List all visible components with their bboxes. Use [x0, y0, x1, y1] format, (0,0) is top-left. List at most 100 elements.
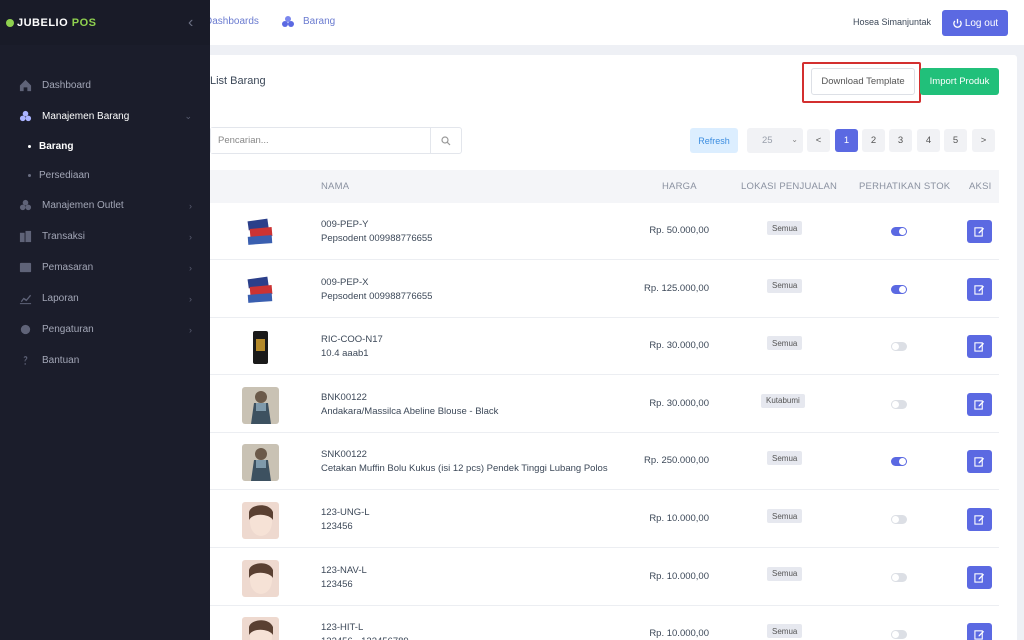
sidebar-item-laporan[interactable]: Laporan › [0, 283, 210, 314]
per-page-select[interactable]: 25 ⌄ [747, 128, 803, 153]
sidebar-subitem-barang[interactable]: Barang [0, 132, 210, 161]
sidebar-subitem-persediaan[interactable]: Persediaan [0, 161, 210, 190]
page-next[interactable]: > [972, 129, 995, 152]
product-sku: RIC-COO-N17 [321, 334, 383, 346]
product-sku: BNK00122 [321, 391, 367, 403]
col-perhatikan-stok: PERHATIKAN STOK [859, 181, 951, 192]
table-row: SNK00122 Cetakan Muffin Bolu Kukus (isi 1… [210, 433, 999, 491]
product-sku: 123-UNG-L [321, 507, 370, 518]
sidebar-item-bantuan[interactable]: Bantuan [0, 345, 210, 376]
product-sku: 123-NAV-L [321, 564, 367, 576]
search-box [210, 127, 462, 154]
edit-icon [974, 342, 985, 352]
location-badge: Semua [767, 624, 803, 639]
watch-stock-toggle[interactable] [891, 630, 907, 640]
sidebar-item-label: Manajemen Barang [42, 111, 130, 122]
edit-button[interactable] [967, 565, 992, 589]
product-thumbnail [242, 271, 279, 309]
brand-logo[interactable]: JUBELIO POS [0, 0, 210, 45]
watch-stock-toggle[interactable] [891, 399, 907, 409]
sidebar-item-pengaturan[interactable]: Pengaturan › [0, 314, 210, 345]
product-price: Rp. 250.000,00 [644, 455, 709, 467]
watch-stock-toggle[interactable] [891, 227, 907, 236]
page-2[interactable]: 2 [862, 129, 885, 152]
sidebar-item-dashboard[interactable]: Dashboard [0, 70, 210, 101]
chevron-right-icon: › [189, 200, 192, 211]
edit-button[interactable] [967, 220, 992, 243]
edit-button[interactable] [967, 450, 992, 474]
location-badge: Semua [767, 278, 803, 293]
product-sku: 009-PEP-X [321, 276, 369, 288]
col-nama: NAMA [321, 181, 350, 192]
location-badge: Semua [767, 509, 803, 523]
sidebar-item-label: Bantuan [42, 355, 80, 366]
breadcrumb-dashboards[interactable]: Dashboards [205, 16, 259, 27]
watch-stock-toggle[interactable] [891, 572, 907, 582]
page-4[interactable]: 4 [917, 129, 940, 152]
edit-button[interactable] [967, 508, 992, 531]
page-3[interactable]: 3 [889, 129, 912, 152]
highlight-box [802, 62, 921, 103]
location-badge: Semua [767, 451, 803, 466]
import-product-button[interactable]: Import Produk [920, 68, 999, 95]
page-1[interactable]: 1 [835, 129, 858, 152]
product-sku: SNK00122 [321, 449, 367, 461]
sidebar-item-label: Transaksi [42, 231, 85, 242]
sidebar-item-manajemen-barang[interactable]: Manajemen Barang ⌄ [0, 101, 210, 132]
search-input[interactable] [211, 128, 431, 153]
page-title: List Barang [210, 75, 266, 87]
product-price: Rp. 30.000,00 [649, 340, 709, 352]
per-page-value: 25 [762, 135, 773, 146]
col-aksi: AKSI [969, 181, 992, 192]
table-row: 009-PEP-Y Pepsodent 009988776655 Rp. 50.00… [210, 203, 999, 260]
product-price: Rp. 10.000,00 [649, 570, 709, 582]
logout-button[interactable]: Log out [942, 10, 1008, 36]
edit-button[interactable] [967, 277, 992, 301]
sidebar-item-label: Pengaturan [42, 324, 94, 335]
page-5[interactable]: 5 [944, 129, 967, 152]
location-badge: Kutabumi [761, 393, 805, 408]
watch-stock-toggle[interactable] [891, 342, 907, 352]
table-row: BNK00122 Andakara/Massilca Abeline Blouse… [210, 376, 999, 433]
question-icon [18, 354, 32, 368]
product-price: Rp. 10.000,00 [649, 628, 709, 640]
chart-icon [18, 292, 32, 306]
chevron-right-icon: › [189, 262, 192, 273]
sidebar-subitem-label: Persediaan [39, 170, 90, 181]
product-thumbnail [242, 502, 279, 539]
watch-stock-toggle[interactable] [891, 457, 907, 467]
search-button[interactable] [430, 128, 461, 153]
product-name: Andakara/Massilca Abeline Blouse - Black [321, 405, 499, 417]
collapse-sidebar-icon[interactable]: ‹ [188, 14, 193, 32]
sidebar-item-label: Manajemen Outlet [42, 200, 124, 211]
col-lokasi: LOKASI PENJUALAN [741, 181, 838, 192]
location-badge: Semua [767, 336, 803, 351]
col-harga: HARGA [662, 181, 697, 192]
marketing-icon [18, 261, 32, 275]
user-name[interactable]: Hosea Simanjuntak [853, 17, 931, 27]
watch-stock-toggle[interactable] [891, 284, 907, 294]
chevron-down-icon: ⌄ [791, 135, 798, 144]
product-thumbnail [242, 214, 279, 251]
gear-icon [18, 323, 32, 337]
edit-button[interactable] [967, 392, 992, 416]
product-thumbnail [242, 559, 279, 597]
sidebar-item-transaksi[interactable]: Transaksi › [0, 221, 210, 252]
edit-button[interactable] [967, 623, 992, 640]
edit-icon [974, 400, 985, 410]
product-sku: 009-PEP-Y [321, 219, 369, 230]
breadcrumb-barang[interactable]: Barang [303, 16, 335, 27]
sidebar-item-pemasaran[interactable]: Pemasaran › [0, 252, 210, 283]
edit-button[interactable] [967, 335, 992, 359]
boxes-icon [18, 110, 32, 124]
page-prev[interactable]: < [807, 129, 830, 152]
sidebar-item-manajemen-outlet[interactable]: Manajemen Outlet › [0, 190, 210, 221]
product-price: Rp. 30.000,00 [649, 397, 709, 409]
watch-stock-toggle[interactable] [891, 515, 907, 524]
table-row: RIC-COO-N17 10.4 aaab1 Rp. 30.000,00 Semua [210, 318, 999, 376]
refresh-button[interactable]: Refresh [690, 128, 738, 153]
product-price: Rp. 125.000,00 [644, 282, 709, 294]
sidebar-nav: Dashboard Manajemen Barang ⌄ Barang Persedia… [0, 70, 210, 376]
brand-name: JUBELIO POS [17, 16, 97, 29]
product-price: Rp. 50.000,00 [649, 225, 709, 236]
